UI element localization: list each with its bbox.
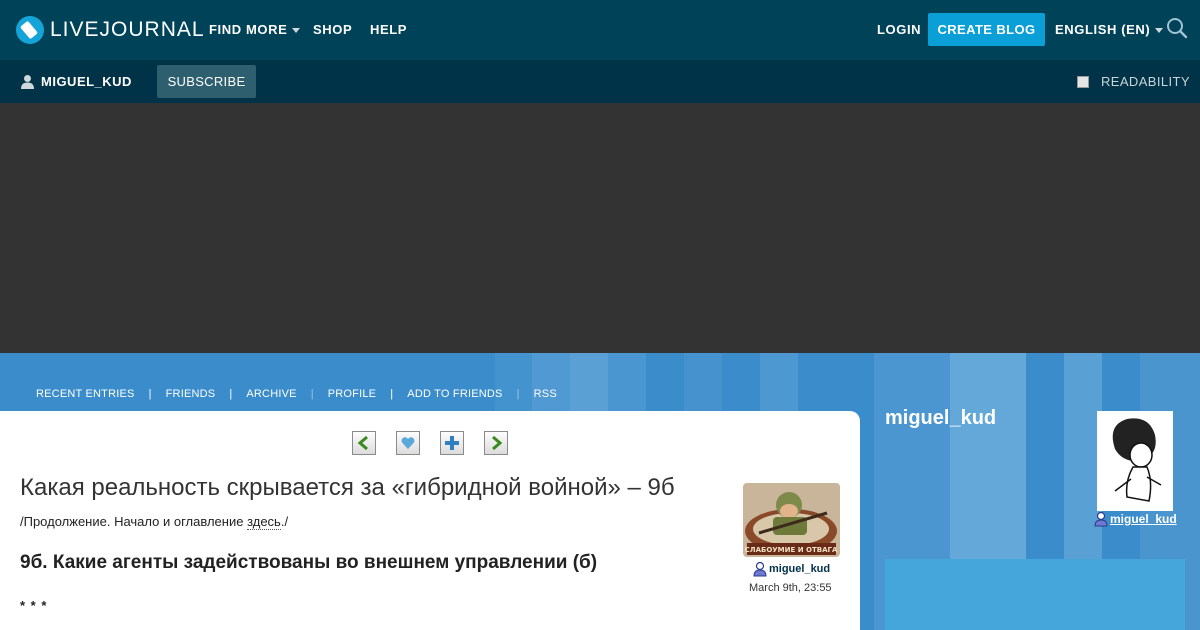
user-icon [1094, 511, 1108, 527]
post-title: Какая реальность скрывается за «гибридно… [20, 474, 675, 501]
ad-banner-area [0, 103, 1200, 353]
post-navigation-icons [352, 431, 508, 455]
prev-arrow-icon[interactable] [352, 431, 376, 455]
sidebar-box [885, 559, 1185, 630]
heart-icon[interactable] [396, 431, 420, 455]
subscribe-button[interactable]: SUBSCRIBE [157, 65, 256, 98]
nav-find-more[interactable]: FIND MORE [209, 22, 301, 37]
nav-separator: | [148, 388, 152, 400]
language-label: ENGLISH (EN) [1055, 22, 1151, 37]
readability-toggle[interactable]: READABILITY [1077, 74, 1190, 89]
post-date: March 9th, 23:55 [749, 582, 832, 594]
sidebar-user-link[interactable]: miguel_kud [1093, 511, 1177, 527]
nav-find-more-label: FIND MORE [209, 22, 288, 37]
post-content-panel: Какая реальность скрывается за «гибридно… [0, 411, 860, 630]
journal-owner-bar: MIGUEL_KUD SUBSCRIBE READABILITY [0, 60, 1200, 103]
journal-nav-add-to-friends[interactable]: ADD TO FRIENDS [407, 388, 502, 400]
journal-nav-rss[interactable]: RSS [534, 388, 557, 400]
post-author-name: miguel_kud [769, 563, 831, 575]
nav-separator: | [229, 388, 233, 400]
plus-icon[interactable] [440, 431, 464, 455]
journal-owner-name: MIGUEL_KUD [41, 74, 132, 89]
login-link[interactable]: LOGIN [877, 22, 921, 37]
post-intro-text: /Продолжение. Начало и оглавление [20, 514, 248, 529]
nav-shop[interactable]: SHOP [313, 22, 352, 37]
toc-link[interactable]: здесь [247, 514, 281, 530]
readability-label: READABILITY [1101, 74, 1190, 89]
post-intro-suffix: ./ [280, 514, 289, 529]
post-separator-stars: * * * [20, 598, 48, 613]
sidebar-userpic[interactable] [1097, 411, 1173, 511]
nav-help[interactable]: HELP [370, 22, 407, 37]
journal-owner-link[interactable]: MIGUEL_KUD [20, 74, 132, 89]
next-arrow-icon[interactable] [484, 431, 508, 455]
nav-separator: | [516, 388, 520, 400]
post-subtitle: 9б. Какие агенты задействованы во внешне… [20, 552, 598, 573]
create-blog-button[interactable]: CREATE BLOG [928, 13, 1045, 46]
logo-text: LIVEJOURNAL [50, 18, 205, 41]
journal-nav-profile[interactable]: PROFILE [328, 388, 376, 400]
post-intro: /Продолжение. Начало и оглавление здесь.… [20, 514, 289, 530]
nav-separator: | [390, 388, 394, 400]
chevron-down-icon [292, 28, 301, 34]
livejournal-logo-icon [16, 16, 44, 44]
journal-nav-friends[interactable]: FRIENDS [166, 388, 216, 400]
journal-nav-recent-entries[interactable]: RECENT ENTRIES [36, 388, 135, 400]
post-userpic[interactable]: СЛАБОУМИЕ И ОТВАГА [743, 483, 840, 557]
chevron-down-icon [1155, 28, 1164, 34]
post-author[interactable]: miguel_kud [752, 561, 830, 577]
journal-navigation: RECENT ENTRIES | FRIENDS | ARCHIVE | PRO… [36, 388, 557, 400]
nav-separator: | [310, 388, 314, 400]
user-icon [21, 75, 34, 89]
sidebar-user-name: miguel_kud [1110, 512, 1177, 526]
search-icon[interactable] [1166, 17, 1188, 39]
livejournal-logo[interactable]: LIVEJOURNAL [16, 15, 205, 45]
user-icon [753, 561, 767, 577]
language-selector[interactable]: ENGLISH (EN) [1055, 22, 1164, 37]
readability-checkbox[interactable] [1077, 75, 1089, 88]
top-navigation-bar: LIVEJOURNAL FIND MORE SHOP HELP LOGIN CR… [0, 0, 1200, 60]
userpic-caption: СЛАБОУМИЕ И ОТВАГА [745, 546, 838, 554]
journal-nav-archive[interactable]: ARCHIVE [246, 388, 296, 400]
sidebar-journal-name: miguel_kud [885, 407, 997, 429]
